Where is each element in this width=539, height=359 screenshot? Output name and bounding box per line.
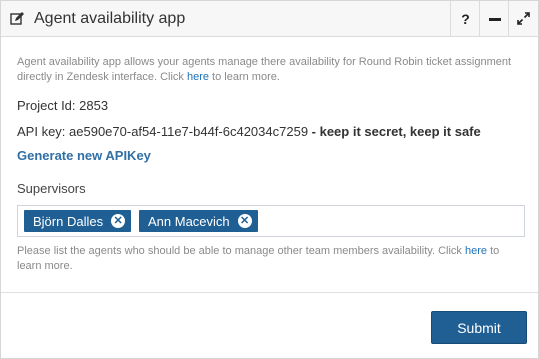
supervisor-tag: Björn Dalles ✕	[24, 210, 132, 232]
remove-tag-icon[interactable]: ✕	[111, 214, 126, 228]
project-id-label: Project Id:	[17, 98, 80, 113]
api-key-label: API key:	[17, 124, 70, 139]
minimize-button[interactable]	[479, 1, 509, 36]
minimize-icon	[488, 13, 501, 25]
api-key-value: ae590e70-af54-11e7-b44f-6c42034c7259	[69, 124, 309, 139]
hint-learn-more-link[interactable]: here	[465, 245, 487, 257]
remove-tag-icon[interactable]: ✕	[237, 214, 252, 228]
edit-icon	[10, 11, 25, 26]
api-key-row: API key: ae590e70-af54-11e7-b44f-6c42034…	[17, 124, 481, 139]
supervisors-input[interactable]: Björn Dalles ✕ Ann Macevich ✕	[17, 205, 525, 237]
api-key-note: - keep it secret, keep it safe	[308, 124, 481, 139]
supervisors-hint: Please list the agents who should be abl…	[17, 245, 500, 272]
expand-button[interactable]	[508, 1, 538, 36]
supervisor-tag-label: Ann Macevich	[148, 213, 230, 229]
supervisors-label: Supervisors	[17, 181, 86, 196]
supervisor-tag: Ann Macevich ✕	[139, 210, 258, 232]
help-button[interactable]: ?	[450, 1, 480, 36]
project-id-row: Project Id: 2853	[17, 98, 108, 113]
panel-header: Agent availability app ?	[1, 1, 538, 37]
help-icon: ?	[461, 10, 470, 27]
generate-api-key-link[interactable]: Generate new APIKey	[17, 148, 151, 163]
app-panel: Agent availability app ? Agent availabil…	[0, 0, 539, 359]
app-description: Agent availability app allows your agent…	[17, 56, 512, 83]
learn-more-link[interactable]: here	[187, 71, 209, 83]
footer-divider	[1, 292, 538, 293]
project-id-value: 2853	[79, 98, 109, 113]
submit-button[interactable]: Submit	[431, 311, 527, 344]
supervisor-tag-label: Björn Dalles	[33, 213, 104, 229]
expand-icon	[517, 12, 530, 25]
page-title: Agent availability app	[34, 10, 186, 27]
